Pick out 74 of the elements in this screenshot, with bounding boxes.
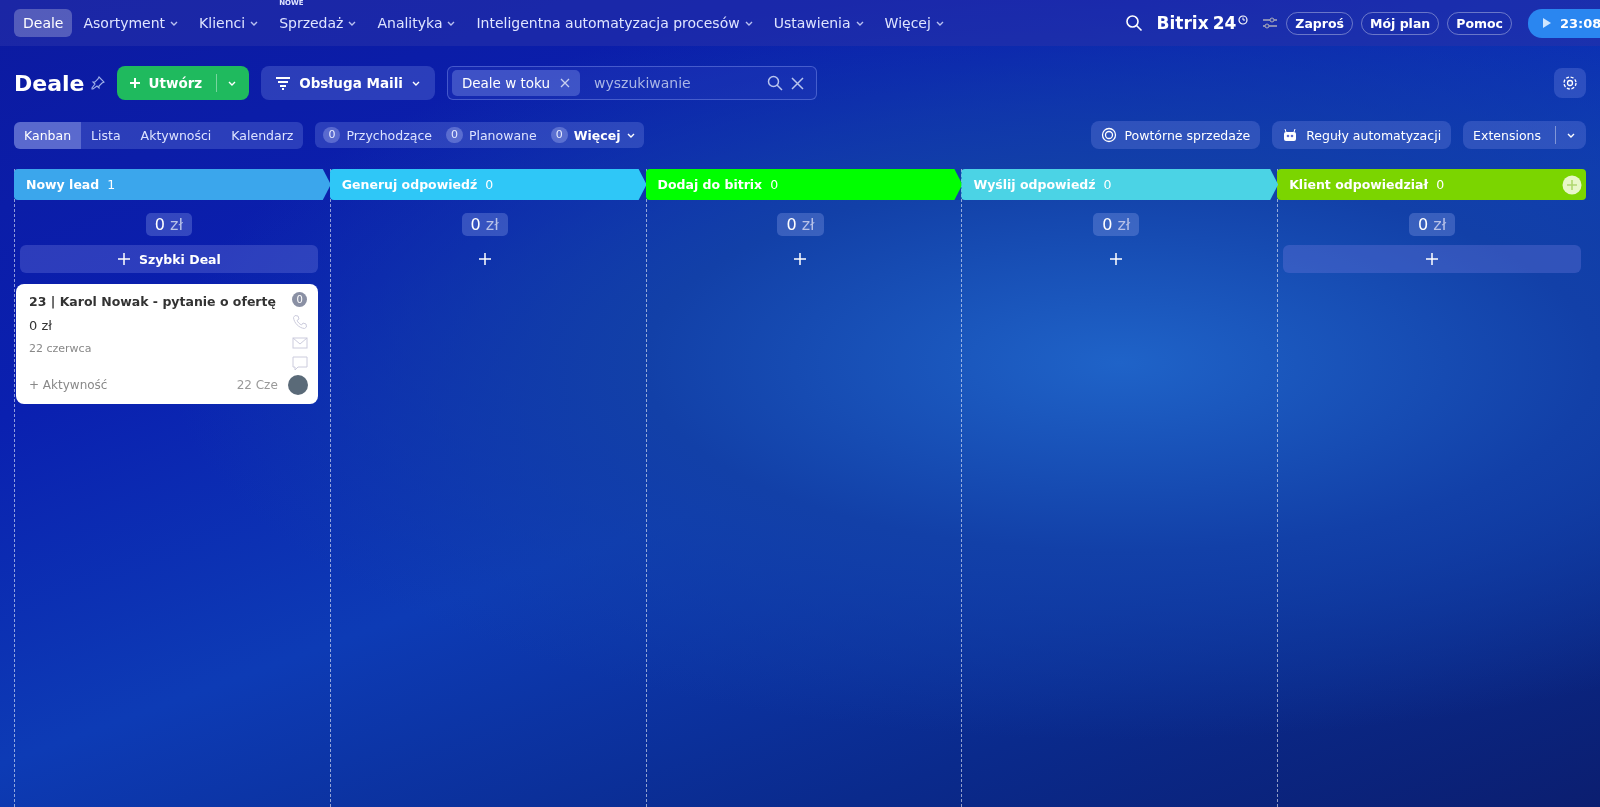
view-tab[interactable]: Kalendarz xyxy=(221,121,304,149)
counter-filter[interactable]: 0 Przychodzące xyxy=(323,127,432,143)
timer-button[interactable]: 23:08 xyxy=(1528,8,1600,38)
column-total: 0 zł xyxy=(1408,213,1456,236)
nav-menu-item[interactable]: Sprzedaż xyxy=(270,9,367,37)
counter-filter[interactable]: 0 Planowane xyxy=(445,127,537,143)
more-menu[interactable]: 0 Więcej xyxy=(550,127,637,143)
toolbar-button[interactable]: Reguły automatyzacji xyxy=(1272,121,1452,149)
close-icon xyxy=(790,76,804,90)
add-column-icon xyxy=(1562,174,1582,195)
add-deal-icon[interactable] xyxy=(793,252,808,266)
deal-title[interactable]: 23 | Karol Nowak - pytanie o ofertę xyxy=(29,294,292,309)
nav-menu-item[interactable]: Więcej xyxy=(875,9,954,37)
robot-icon xyxy=(1282,128,1299,142)
play-icon xyxy=(1542,17,1552,29)
nav-menu-item[interactable]: Analityka xyxy=(368,9,466,37)
plus-icon xyxy=(1425,252,1440,266)
envelope-icon xyxy=(291,337,308,349)
column-total: 0 zł xyxy=(461,213,508,236)
pin-icon xyxy=(90,76,105,90)
column-count: 0 xyxy=(770,177,779,192)
nav-menu-item[interactable]: Ustawienia xyxy=(764,9,874,37)
column-title: Wyślij odpowiedź xyxy=(973,177,1096,192)
close-icon xyxy=(560,78,571,88)
deal-date: 22 czerwca xyxy=(29,342,93,355)
column-total: 0 zł xyxy=(145,213,192,236)
column-title: Klient odpowiedział xyxy=(1289,177,1429,192)
counter-badge: 0 xyxy=(323,127,341,143)
quick-deal-button[interactable]: Szybki Deal xyxy=(20,245,318,273)
column-title: Generuj odpowiedź xyxy=(341,177,478,192)
nav-menu-item[interactable]: Deale xyxy=(14,9,73,37)
logo-text: Bitrix xyxy=(1156,13,1209,33)
chat-icon xyxy=(291,356,308,371)
phone-icon xyxy=(291,314,308,330)
nav-menu-item[interactable]: Klienci xyxy=(190,9,269,37)
column-title: Dodaj do bitrix xyxy=(657,177,763,192)
settings-button[interactable] xyxy=(1554,68,1586,98)
column-total: 0 zł xyxy=(777,213,824,236)
search-field[interactable]: Deale w toku wyszukiwanie xyxy=(446,66,817,100)
avatar xyxy=(287,375,308,396)
search-icon xyxy=(1124,14,1143,32)
counter-badge: 0 xyxy=(550,127,568,143)
add-deal-icon[interactable] xyxy=(1109,252,1124,266)
view-tab[interactable]: Kanban xyxy=(14,121,82,149)
extensions-button[interactable]: Extensions xyxy=(1463,121,1586,149)
plus-icon xyxy=(116,252,131,266)
column-count: 1 xyxy=(107,177,116,192)
nav-menu-item[interactable]: Inteligentna automatyzacja procesów xyxy=(467,9,763,37)
mail-button[interactable]: Obsługa Maili xyxy=(261,66,435,100)
view-tab[interactable]: Lista xyxy=(81,121,131,149)
funnel-icon xyxy=(275,76,292,90)
add-activity-link[interactable]: + Aktywność xyxy=(29,378,108,393)
sliders-icon xyxy=(1262,16,1279,30)
search-icon xyxy=(766,75,783,91)
deal-amount: 0 zł xyxy=(29,318,53,333)
settings-icon xyxy=(1562,75,1578,91)
view-tab[interactable]: Aktywności xyxy=(130,121,222,149)
column-count: 0 xyxy=(1436,177,1445,192)
column-total: 0 zł xyxy=(1093,213,1140,236)
add-deal-icon[interactable] xyxy=(477,252,492,266)
column-count: 0 xyxy=(485,177,494,192)
logo-number: 24 xyxy=(1212,13,1237,33)
clock-icon xyxy=(1238,15,1249,25)
page-title: Deale xyxy=(14,70,85,96)
nav-menu-item[interactable]: Asortyment xyxy=(74,9,189,37)
filter-tag[interactable]: Deale w toku xyxy=(451,70,581,96)
counter-badge: 0 xyxy=(292,292,308,307)
column-title: Nowy lead xyxy=(26,177,100,192)
deal-card[interactable]: 23 | Karol Nowak - pytanie o ofertę 0 zł 22 czerwca 0 + Aktywność 22 Cze xyxy=(16,284,318,404)
plus-icon xyxy=(128,77,141,89)
toolbar-button[interactable]: Powtórne sprzedaże xyxy=(1090,121,1261,149)
deal-short-date: 22 Cze xyxy=(236,378,278,393)
counter-badge: 0 xyxy=(445,127,463,143)
column-count: 0 xyxy=(1103,177,1112,192)
